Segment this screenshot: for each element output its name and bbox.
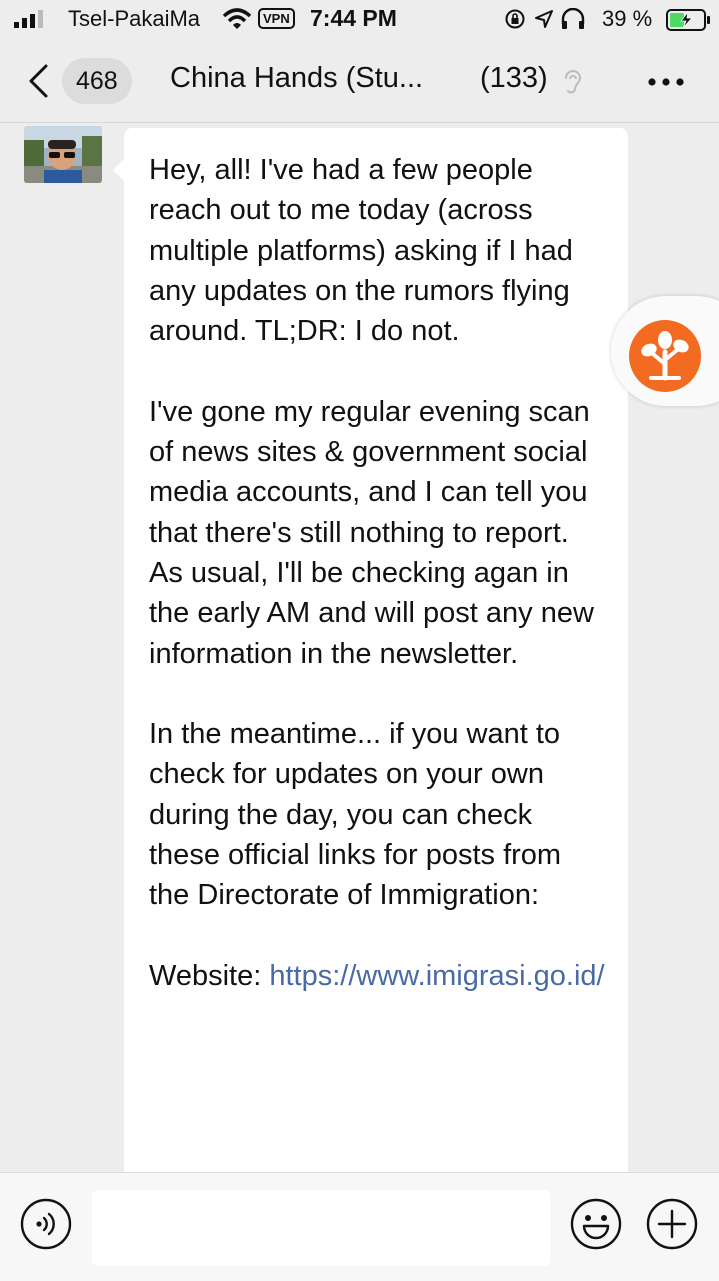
message-paragraph: I've gone my regular evening scan of new…	[149, 395, 594, 670]
chat-title: China Hands (Stu...	[170, 62, 424, 94]
lock-rotation-icon	[505, 9, 525, 29]
voice-icon[interactable]	[20, 1198, 72, 1250]
plus-icon[interactable]	[646, 1198, 698, 1250]
message-paragraph: Hey, all! I've had a few people reach ou…	[149, 154, 573, 348]
status-time: 7:44 PM	[310, 5, 397, 31]
battery-percent: 39 %	[602, 6, 653, 31]
message-text: Hey, all! I've had a few people reach ou…	[149, 150, 609, 996]
vpn-badge: VPN	[258, 8, 295, 29]
website-line: Website: https://www.imigrasi.go.id/	[149, 956, 609, 996]
mute-ear-icon	[565, 70, 582, 94]
message-paragraph: In the meantime... if you want to check …	[149, 718, 562, 912]
headphones-icon	[561, 8, 585, 29]
more-icon[interactable]	[646, 76, 686, 88]
avatar[interactable]	[24, 126, 102, 183]
unread-count-badge[interactable]: 468	[62, 58, 132, 104]
signal-icon	[14, 10, 43, 28]
website-link[interactable]: https://www.imigrasi.go.id/	[269, 960, 604, 992]
location-icon	[535, 10, 553, 28]
back-chevron-icon[interactable]	[26, 64, 50, 98]
carrier-name: Tsel-PakaiMa	[68, 6, 201, 31]
emoji-icon[interactable]	[570, 1198, 622, 1250]
member-count: (133)	[480, 62, 548, 94]
battery-charging-icon	[666, 9, 710, 31]
tree-icon[interactable]	[629, 320, 701, 392]
website-label: Website:	[149, 959, 270, 992]
chat-header: 468 China Hands (Stu... (133)	[0, 40, 719, 123]
message-input[interactable]	[92, 1190, 550, 1266]
status-bar: Tsel-PakaiMa VPN 7:44 PM 39 %	[0, 0, 719, 40]
wifi-icon	[222, 8, 252, 29]
